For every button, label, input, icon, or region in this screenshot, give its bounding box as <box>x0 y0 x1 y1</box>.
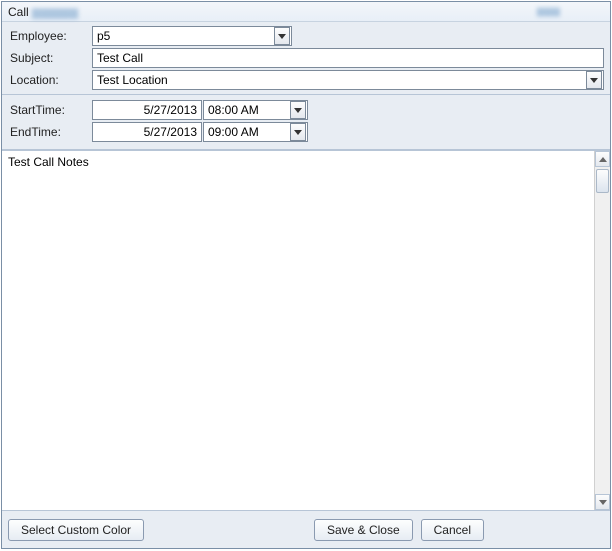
end-time-combo[interactable]: 09:00 AM <box>203 122 308 142</box>
scrollbar[interactable] <box>594 151 610 510</box>
titlebar: Call ▆▆▆▆▆ ▆▆▆ <box>2 2 610 22</box>
chevron-down-icon[interactable] <box>290 123 306 141</box>
start-date-input[interactable] <box>92 100 202 120</box>
location-combo[interactable]: Test Location <box>92 70 604 90</box>
time-section: StartTime: 08:00 AM EndTime: 09:00 AM <box>2 95 610 150</box>
end-date-input[interactable] <box>92 122 202 142</box>
call-dialog: Call ▆▆▆▆▆ ▆▆▆ Employee: p5 Subject: Loc… <box>1 1 611 549</box>
window-title: Call <box>8 5 29 19</box>
bg-blur: ▆▆▆ <box>537 6 560 17</box>
start-time-combo[interactable]: 08:00 AM <box>203 100 308 120</box>
end-time-value: 09:00 AM <box>208 125 259 139</box>
scroll-thumb[interactable] <box>596 169 609 193</box>
chevron-down-icon[interactable] <box>290 101 306 119</box>
employee-value: p5 <box>97 29 110 43</box>
employee-label: Employee: <box>8 29 92 43</box>
cancel-button[interactable]: Cancel <box>421 519 484 541</box>
employee-combo[interactable]: p5 <box>92 26 292 46</box>
bg-blur: ▆▆▆▆▆ <box>32 5 78 19</box>
chevron-down-icon[interactable] <box>586 71 602 89</box>
scroll-down-icon[interactable] <box>595 494 610 510</box>
top-form-section: Employee: p5 Subject: Location: Test Loc… <box>2 22 610 95</box>
notes-textarea[interactable] <box>2 151 594 510</box>
starttime-label: StartTime: <box>8 103 92 117</box>
subject-label: Subject: <box>8 51 92 65</box>
location-value: Test Location <box>97 73 168 87</box>
endtime-label: EndTime: <box>8 125 92 139</box>
subject-input[interactable] <box>92 48 604 68</box>
start-time-value: 08:00 AM <box>208 103 259 117</box>
save-close-button[interactable]: Save & Close <box>314 519 413 541</box>
scroll-up-icon[interactable] <box>595 151 610 167</box>
chevron-down-icon[interactable] <box>274 27 290 45</box>
notes-area <box>2 150 610 510</box>
select-custom-color-button[interactable]: Select Custom Color <box>8 519 144 541</box>
location-label: Location: <box>8 73 92 87</box>
footer: Select Custom Color Save & Close Cancel <box>2 510 610 548</box>
